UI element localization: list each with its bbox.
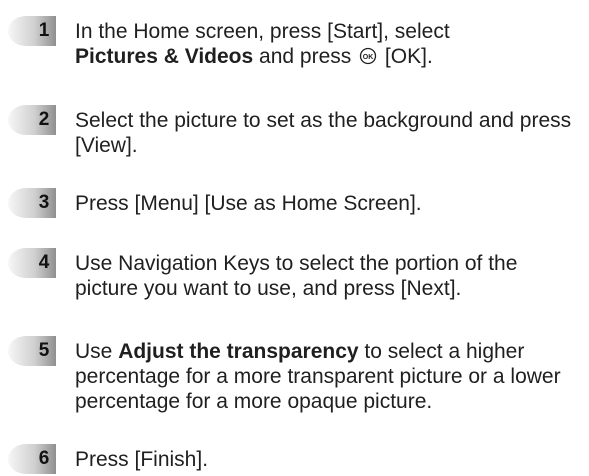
step-text: Press [Finish]. (75, 448, 209, 471)
step-badge: 1 (4, 14, 62, 48)
step-text-part: [OK]. (379, 45, 433, 68)
step-text: Select the picture to set as the backgro… (75, 109, 572, 157)
step-number: 3 (38, 192, 50, 213)
step-number: 2 (38, 109, 50, 130)
step-number: 6 (38, 448, 50, 469)
step-badge: 4 (4, 246, 62, 280)
step-text-part: Use (75, 340, 119, 363)
step-number: 1 (38, 20, 50, 41)
step-text-part: In the Home screen, press [Start], selec… (75, 20, 450, 43)
step-badge: 6 (4, 442, 62, 476)
step-text: Use Adjust the transparency to select a … (75, 339, 583, 414)
step-badge: 3 (4, 186, 62, 220)
step-number: 4 (38, 252, 50, 273)
step-text-bold: Adjust the transparency (118, 340, 359, 363)
ok-key-icon: OK (359, 46, 377, 71)
step-text: Press [Menu] [Use as Home Screen]. (75, 192, 422, 215)
step-badge: 5 (4, 334, 62, 368)
step-text: In the Home screen, press [Start], selec… (75, 19, 583, 71)
step-text-bold: Pictures & Videos (75, 45, 254, 68)
step-badge: 2 (4, 103, 62, 137)
ok-key-icon-label: OK (363, 54, 374, 61)
step-number: 5 (38, 340, 50, 361)
step-text-part: and press (253, 45, 358, 68)
step-text: Use Navigation Keys to select the portio… (75, 252, 518, 300)
